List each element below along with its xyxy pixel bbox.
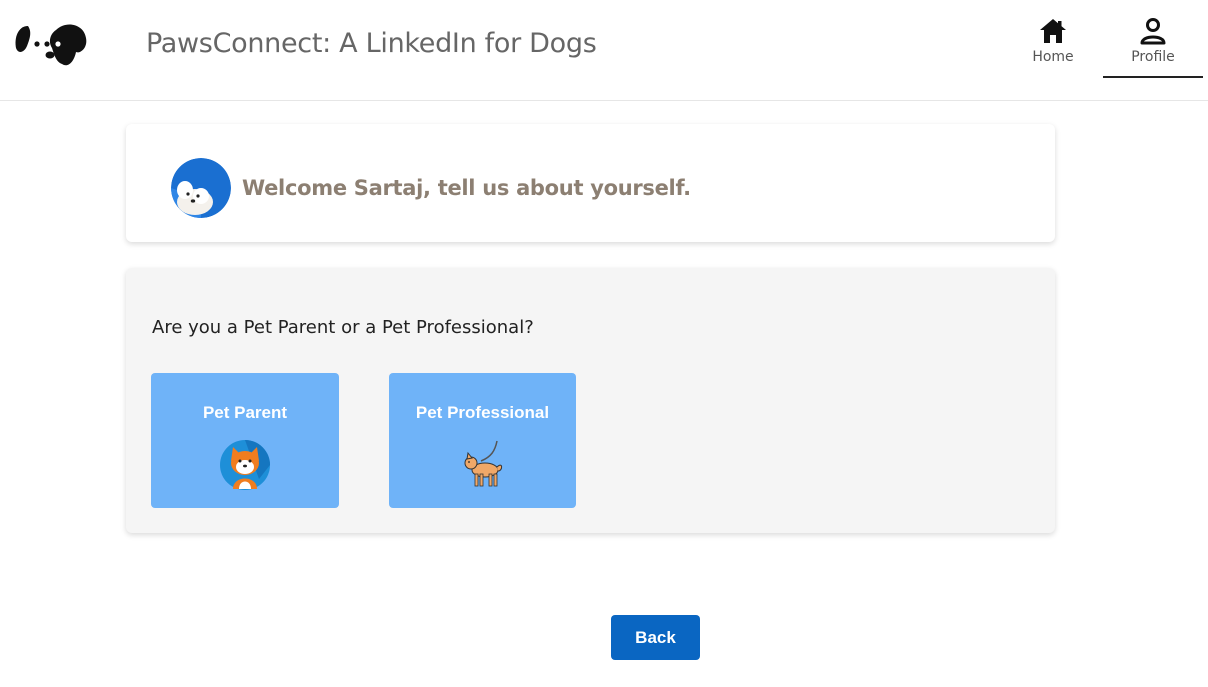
dog-on-leash-icon (464, 440, 502, 487)
role-question-card: Are you a Pet Parent or a Pet Profession… (126, 268, 1055, 533)
dog-face-logo-icon[interactable] (14, 22, 88, 68)
role-question-prompt: Are you a Pet Parent or a Pet Profession… (152, 317, 534, 338)
welcome-text: Welcome Sartaj, tell us about yourself. (242, 176, 691, 200)
pet-parent-label: Pet Parent (202, 403, 288, 422)
top-header: PawsConnect: A LinkedIn for Dogs Home Pr… (0, 0, 1208, 101)
back-button[interactable]: Back (611, 615, 700, 660)
nav-profile[interactable]: Profile (1103, 16, 1203, 78)
pet-professional-option[interactable]: Pet Professional (389, 373, 576, 508)
nav-profile-label: Profile (1131, 49, 1175, 65)
shiba-face-icon (220, 440, 270, 490)
nav-home-label: Home (1032, 49, 1074, 65)
pet-parent-option[interactable]: Pet Parent (151, 373, 339, 508)
person-icon (1140, 18, 1166, 45)
nav-home[interactable]: Home (1003, 16, 1103, 76)
dog-avatar-icon (171, 158, 231, 218)
home-icon (1040, 19, 1066, 43)
welcome-card: Welcome Sartaj, tell us about yourself. (126, 124, 1055, 242)
pet-professional-label: Pet Professional (415, 403, 550, 422)
app-title: PawsConnect: A LinkedIn for Dogs (146, 28, 597, 59)
